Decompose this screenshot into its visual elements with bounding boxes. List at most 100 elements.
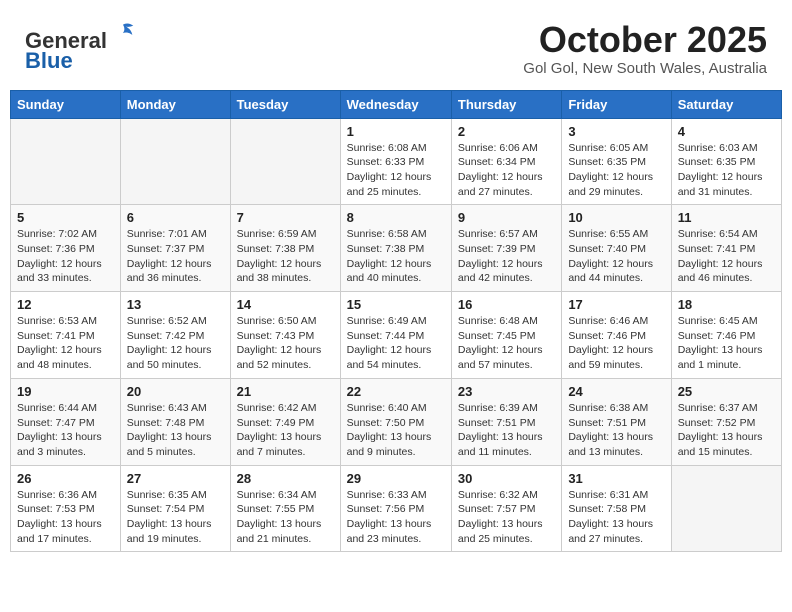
day-info: Sunrise: 6:58 AM Sunset: 7:38 PM Dayligh…	[347, 227, 445, 286]
weekday-header: Wednesday	[340, 90, 451, 118]
day-info: Sunrise: 6:38 AM Sunset: 7:51 PM Dayligh…	[568, 401, 664, 460]
day-number: 19	[17, 384, 114, 399]
day-number: 5	[17, 210, 114, 225]
calendar-cell	[671, 465, 781, 552]
day-number: 17	[568, 297, 664, 312]
calendar-cell: 14 Sunrise: 6:50 AM Sunset: 7:43 PM Dayli…	[230, 292, 340, 379]
calendar-table: SundayMondayTuesdayWednesdayThursdayFrid…	[10, 90, 782, 553]
day-info: Sunrise: 6:59 AM Sunset: 7:38 PM Dayligh…	[237, 227, 334, 286]
weekday-header: Tuesday	[230, 90, 340, 118]
calendar-cell: 28 Sunrise: 6:34 AM Sunset: 7:55 PM Dayli…	[230, 465, 340, 552]
weekday-header: Thursday	[451, 90, 561, 118]
day-number: 16	[458, 297, 555, 312]
day-number: 4	[678, 124, 775, 139]
weekday-header: Monday	[120, 90, 230, 118]
page-header: General Blue October 2025 Gol Gol, New S…	[10, 10, 782, 82]
calendar-cell: 17 Sunrise: 6:46 AM Sunset: 7:46 PM Dayli…	[562, 292, 671, 379]
calendar-cell: 1 Sunrise: 6:08 AM Sunset: 6:33 PM Daylig…	[340, 118, 451, 205]
month-title: October 2025	[523, 20, 767, 60]
calendar-cell	[11, 118, 121, 205]
day-info: Sunrise: 6:37 AM Sunset: 7:52 PM Dayligh…	[678, 401, 775, 460]
calendar-cell: 11 Sunrise: 6:54 AM Sunset: 7:41 PM Dayli…	[671, 205, 781, 292]
calendar-cell: 12Sunrise: 6:53 AM Sunset: 7:41 PM Dayli…	[11, 292, 121, 379]
day-info: Sunrise: 7:01 AM Sunset: 7:37 PM Dayligh…	[127, 227, 224, 286]
day-info: Sunrise: 6:55 AM Sunset: 7:40 PM Dayligh…	[568, 227, 664, 286]
calendar-cell	[230, 118, 340, 205]
day-number: 7	[237, 210, 334, 225]
calendar-cell: 22 Sunrise: 6:40 AM Sunset: 7:50 PM Dayli…	[340, 378, 451, 465]
logo-blue-text: Blue	[25, 48, 73, 73]
calendar-cell: 27 Sunrise: 6:35 AM Sunset: 7:54 PM Dayli…	[120, 465, 230, 552]
logo: General Blue	[25, 20, 137, 73]
day-number: 31	[568, 471, 664, 486]
calendar-cell: 4 Sunrise: 6:03 AM Sunset: 6:35 PM Daylig…	[671, 118, 781, 205]
day-number: 26	[17, 471, 114, 486]
calendar-cell: 21Sunrise: 6:42 AM Sunset: 7:49 PM Dayli…	[230, 378, 340, 465]
day-number: 15	[347, 297, 445, 312]
day-number: 27	[127, 471, 224, 486]
day-info: Sunrise: 6:33 AM Sunset: 7:56 PM Dayligh…	[347, 488, 445, 547]
day-number: 18	[678, 297, 775, 312]
logo-bird-icon	[109, 20, 137, 48]
day-number: 9	[458, 210, 555, 225]
calendar-week-row: 5 Sunrise: 7:02 AM Sunset: 7:36 PM Daylig…	[11, 205, 782, 292]
day-number: 29	[347, 471, 445, 486]
calendar-cell	[120, 118, 230, 205]
day-info: Sunrise: 6:34 AM Sunset: 7:55 PM Dayligh…	[237, 488, 334, 547]
calendar-cell: 19 Sunrise: 6:44 AM Sunset: 7:47 PM Dayli…	[11, 378, 121, 465]
calendar-cell: 25 Sunrise: 6:37 AM Sunset: 7:52 PM Dayli…	[671, 378, 781, 465]
calendar-cell: 9 Sunrise: 6:57 AM Sunset: 7:39 PM Daylig…	[451, 205, 561, 292]
calendar-cell: 29 Sunrise: 6:33 AM Sunset: 7:56 PM Dayli…	[340, 465, 451, 552]
calendar-cell: 13 Sunrise: 6:52 AM Sunset: 7:42 PM Dayli…	[120, 292, 230, 379]
calendar-week-row: 26 Sunrise: 6:36 AM Sunset: 7:53 PM Dayli…	[11, 465, 782, 552]
day-info: Sunrise: 6:46 AM Sunset: 7:46 PM Dayligh…	[568, 314, 664, 373]
day-info: Sunrise: 6:48 AM Sunset: 7:45 PM Dayligh…	[458, 314, 555, 373]
day-info: Sunrise: 6:42 AM Sunset: 7:49 PM Dayligh…	[237, 401, 334, 460]
day-number: 25	[678, 384, 775, 399]
calendar-cell: 24 Sunrise: 6:38 AM Sunset: 7:51 PM Dayli…	[562, 378, 671, 465]
day-number: 13	[127, 297, 224, 312]
calendar-cell: 16 Sunrise: 6:48 AM Sunset: 7:45 PM Dayli…	[451, 292, 561, 379]
day-number: 1	[347, 124, 445, 139]
calendar-cell: 8Sunrise: 6:58 AM Sunset: 7:38 PM Daylig…	[340, 205, 451, 292]
day-number: 11	[678, 210, 775, 225]
day-info: Sunrise: 6:53 AM Sunset: 7:41 PM Dayligh…	[17, 314, 114, 373]
day-number: 20	[127, 384, 224, 399]
day-info: Sunrise: 6:03 AM Sunset: 6:35 PM Dayligh…	[678, 141, 775, 200]
day-number: 22	[347, 384, 445, 399]
calendar-cell: 6 Sunrise: 7:01 AM Sunset: 7:37 PM Daylig…	[120, 205, 230, 292]
calendar-cell: 30Sunrise: 6:32 AM Sunset: 7:57 PM Dayli…	[451, 465, 561, 552]
day-info: Sunrise: 6:45 AM Sunset: 7:46 PM Dayligh…	[678, 314, 775, 373]
day-number: 10	[568, 210, 664, 225]
day-number: 28	[237, 471, 334, 486]
location-subtitle: Gol Gol, New South Wales, Australia	[523, 60, 767, 77]
calendar-cell: 2 Sunrise: 6:06 AM Sunset: 6:34 PM Daylig…	[451, 118, 561, 205]
calendar-week-row: 1 Sunrise: 6:08 AM Sunset: 6:33 PM Daylig…	[11, 118, 782, 205]
day-info: Sunrise: 7:02 AM Sunset: 7:36 PM Dayligh…	[17, 227, 114, 286]
day-info: Sunrise: 6:52 AM Sunset: 7:42 PM Dayligh…	[127, 314, 224, 373]
day-number: 14	[237, 297, 334, 312]
day-info: Sunrise: 6:06 AM Sunset: 6:34 PM Dayligh…	[458, 141, 555, 200]
day-info: Sunrise: 6:39 AM Sunset: 7:51 PM Dayligh…	[458, 401, 555, 460]
title-block: October 2025 Gol Gol, New South Wales, A…	[523, 20, 767, 77]
day-info: Sunrise: 6:50 AM Sunset: 7:43 PM Dayligh…	[237, 314, 334, 373]
day-info: Sunrise: 6:36 AM Sunset: 7:53 PM Dayligh…	[17, 488, 114, 547]
calendar-cell: 7 Sunrise: 6:59 AM Sunset: 7:38 PM Daylig…	[230, 205, 340, 292]
day-number: 3	[568, 124, 664, 139]
day-number: 6	[127, 210, 224, 225]
calendar-header-row: SundayMondayTuesdayWednesdayThursdayFrid…	[11, 90, 782, 118]
calendar-week-row: 19 Sunrise: 6:44 AM Sunset: 7:47 PM Dayli…	[11, 378, 782, 465]
day-info: Sunrise: 6:57 AM Sunset: 7:39 PM Dayligh…	[458, 227, 555, 286]
day-info: Sunrise: 6:08 AM Sunset: 6:33 PM Dayligh…	[347, 141, 445, 200]
day-info: Sunrise: 6:54 AM Sunset: 7:41 PM Dayligh…	[678, 227, 775, 286]
calendar-cell: 31Sunrise: 6:31 AM Sunset: 7:58 PM Dayli…	[562, 465, 671, 552]
day-info: Sunrise: 6:44 AM Sunset: 7:47 PM Dayligh…	[17, 401, 114, 460]
day-number: 24	[568, 384, 664, 399]
day-info: Sunrise: 6:40 AM Sunset: 7:50 PM Dayligh…	[347, 401, 445, 460]
day-info: Sunrise: 6:35 AM Sunset: 7:54 PM Dayligh…	[127, 488, 224, 547]
day-info: Sunrise: 6:05 AM Sunset: 6:35 PM Dayligh…	[568, 141, 664, 200]
weekday-header: Sunday	[11, 90, 121, 118]
calendar-cell: 15Sunrise: 6:49 AM Sunset: 7:44 PM Dayli…	[340, 292, 451, 379]
weekday-header: Friday	[562, 90, 671, 118]
day-number: 2	[458, 124, 555, 139]
